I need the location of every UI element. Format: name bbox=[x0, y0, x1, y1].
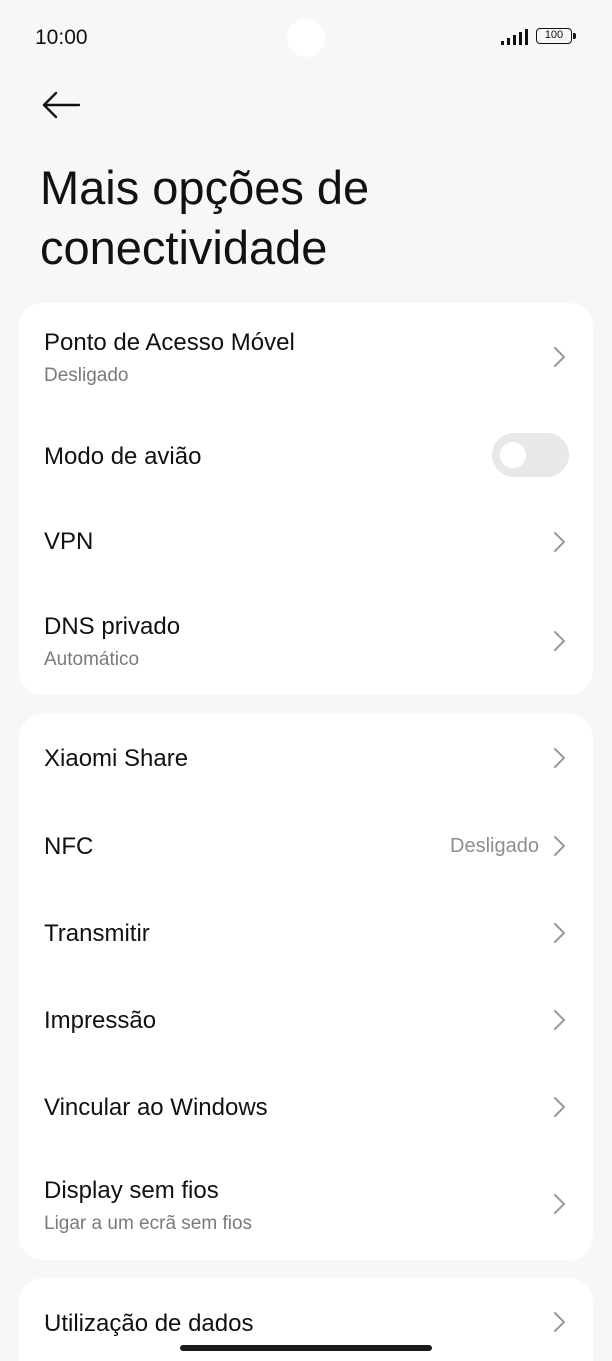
hotspot-row[interactable]: Ponto de Acesso Móvel Desligado bbox=[19, 303, 593, 411]
battery-icon: 100 bbox=[536, 28, 578, 46]
chevron-right-icon bbox=[554, 631, 565, 651]
cast-row[interactable]: Transmitir bbox=[19, 889, 593, 976]
cast-title: Transmitir bbox=[44, 920, 150, 947]
hotspot-status: Desligado bbox=[44, 365, 129, 386]
vpn-title: VPN bbox=[44, 528, 94, 555]
wireless-display-description: Ligar a um ecrã sem fios bbox=[44, 1213, 253, 1234]
nfc-status: Desligado bbox=[450, 835, 539, 857]
print-title: Impressão bbox=[44, 1007, 157, 1034]
chevron-right-icon bbox=[554, 532, 565, 552]
arrow-left-icon bbox=[42, 91, 81, 119]
private-dns-row[interactable]: DNS privado Automático bbox=[19, 587, 593, 695]
camera-cutout bbox=[287, 19, 325, 57]
chevron-right-icon bbox=[554, 347, 565, 367]
link-to-windows-title: Vincular ao Windows bbox=[44, 1094, 268, 1121]
airplane-mode-title: Modo de avião bbox=[44, 443, 202, 470]
data-usage-title: Utilização de dados bbox=[44, 1310, 254, 1337]
chevron-right-icon bbox=[554, 836, 565, 856]
signal-icon bbox=[501, 29, 528, 45]
toggle-knob bbox=[500, 442, 526, 468]
wireless-display-row[interactable]: Display sem fios Ligar a um ecrã sem fio… bbox=[19, 1150, 593, 1260]
xiaomi-share-title: Xiaomi Share bbox=[44, 745, 189, 772]
nfc-title: NFC bbox=[44, 833, 94, 860]
battery-tip bbox=[573, 33, 576, 39]
hotspot-title: Ponto de Acesso Móvel bbox=[44, 329, 295, 356]
chevron-right-icon bbox=[554, 1194, 565, 1214]
home-indicator[interactable] bbox=[180, 1345, 432, 1351]
sharing-card: Xiaomi Share NFC Desligado Transmitir Im… bbox=[19, 714, 593, 1260]
status-time: 10:00 bbox=[35, 26, 88, 49]
battery-level: 100 bbox=[536, 28, 572, 44]
status-bar: 10:00 100 bbox=[0, 0, 612, 76]
airplane-mode-toggle[interactable] bbox=[492, 433, 569, 477]
connectivity-card: Ponto de Acesso Móvel Desligado Modo de … bbox=[19, 303, 593, 695]
nfc-row[interactable]: NFC Desligado bbox=[19, 802, 593, 889]
back-button[interactable] bbox=[40, 86, 84, 126]
airplane-mode-row[interactable]: Modo de avião bbox=[19, 411, 593, 499]
vpn-row[interactable]: VPN bbox=[19, 499, 593, 587]
chevron-right-icon bbox=[554, 748, 565, 768]
link-to-windows-row[interactable]: Vincular ao Windows bbox=[19, 1063, 593, 1150]
chevron-right-icon bbox=[554, 1097, 565, 1117]
print-row[interactable]: Impressão bbox=[19, 976, 593, 1063]
private-dns-status: Automático bbox=[44, 649, 140, 670]
xiaomi-share-row[interactable]: Xiaomi Share bbox=[19, 714, 593, 802]
chevron-right-icon bbox=[554, 923, 565, 943]
page-title: Mais opções de conectividade bbox=[40, 161, 370, 274]
chevron-right-icon bbox=[554, 1312, 565, 1332]
chevron-right-icon bbox=[554, 1010, 565, 1030]
wireless-display-title: Display sem fios bbox=[44, 1177, 219, 1204]
private-dns-title: DNS privado bbox=[44, 613, 181, 640]
